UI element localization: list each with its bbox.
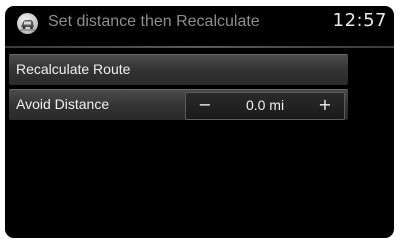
recalculate-route-button[interactable]: Recalculate Route — [9, 54, 348, 85]
nav-screen: Set distance then Recalculate 12:57 Reca… — [5, 6, 394, 238]
page-title: Set distance then Recalculate — [48, 13, 260, 30]
decrease-distance-button[interactable]: − — [190, 93, 220, 119]
avoid-distance-label: Avoid Distance — [16, 96, 110, 112]
increase-distance-button[interactable]: + — [310, 93, 340, 119]
header-divider — [5, 46, 394, 48]
recalculate-route-label: Recalculate Route — [16, 61, 131, 77]
avoid-distance-stepper: − 0.0 mi + — [185, 92, 345, 120]
route-car-icon — [17, 13, 38, 34]
clock: 12:57 — [332, 10, 387, 31]
header-bar: Set distance then Recalculate 12:57 — [5, 6, 394, 40]
avoid-distance-value: 0.0 mi — [245, 97, 285, 113]
avoid-distance-row: Avoid Distance − 0.0 mi + — [9, 89, 348, 120]
